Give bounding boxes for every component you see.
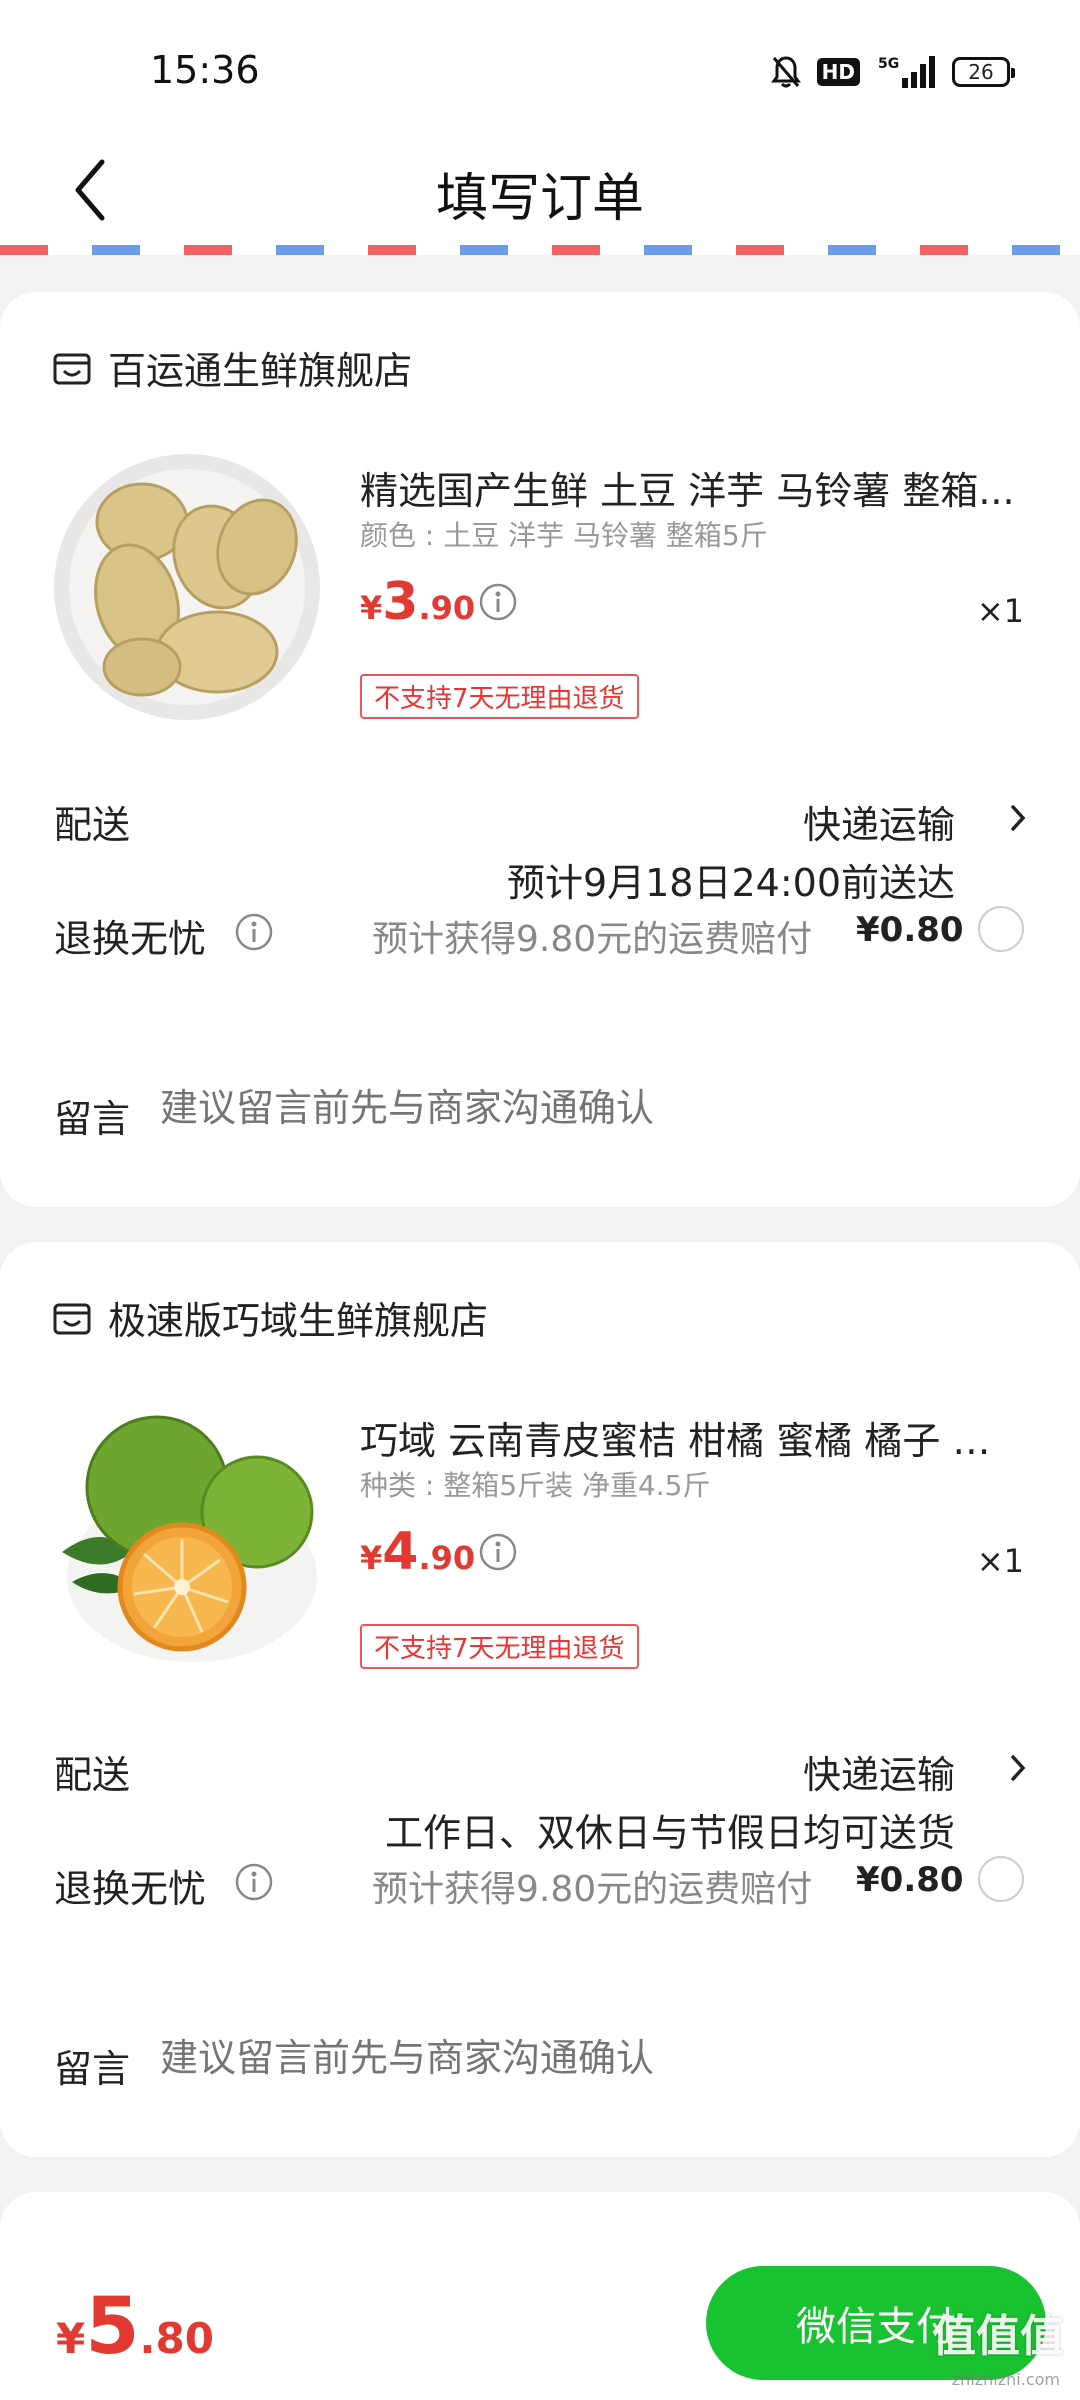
product-title[interactable]: 巧域 云南青皮蜜桔 柑橘 蜜橘 橘子 桔... (360, 1410, 1020, 1465)
message-input[interactable] (160, 1086, 960, 1130)
quantity: ×1 (976, 592, 1024, 630)
price-currency: ¥ (360, 589, 383, 627)
price-currency: ¥ (360, 1539, 383, 1577)
price-info-icon[interactable] (478, 1532, 518, 1572)
mute-bell-icon (770, 56, 801, 88)
signal-5g-icon: 5G (878, 56, 935, 88)
battery-icon: 26 (952, 57, 1015, 87)
return-info-icon[interactable] (234, 912, 274, 952)
store-icon (53, 1303, 91, 1334)
return-radio[interactable] (978, 1856, 1024, 1902)
return-worry-free-label: 退换无忧 (54, 1867, 207, 1911)
return-radio[interactable] (978, 906, 1024, 952)
shipping-label: 配送 (54, 1753, 131, 1797)
product-image-potato[interactable] (52, 452, 322, 722)
price-integer: 4 (382, 1522, 419, 1582)
svg-text:5G: 5G (878, 56, 899, 72)
watermark-logo: 值值值 (932, 2311, 1064, 2362)
shipping-note: 工作日、双休日与节假日均可送货 (384, 1811, 955, 1855)
price-decimal: .90 (418, 589, 476, 627)
total-price: ¥ 5 .80 (56, 2282, 214, 2372)
status-icons: HD 5G 26 (770, 52, 1015, 92)
message-label: 留言 (54, 2047, 131, 2091)
total-currency: ¥ (56, 2314, 86, 2363)
return-worry-free-label: 退换无忧 (54, 917, 207, 961)
airmail-stripe (0, 245, 1080, 255)
return-price: ¥0.80 (856, 910, 964, 950)
no-return-tag: 不支持7天无理由退货 (360, 674, 639, 719)
shipping-eta: 预计9月18日24:00前送达 (506, 861, 955, 905)
product-price: ¥ 4 .90 (360, 1522, 475, 1582)
product-spec: 种类 : 整箱5斤装 净重4.5斤 (360, 1469, 711, 1502)
total-decimal: .80 (139, 2314, 214, 2363)
price-integer: 3 (382, 572, 419, 632)
watermark-url: zhizhizhi.com (951, 2370, 1060, 2389)
store-header[interactable]: 百运通生鲜旗舰店 (52, 340, 412, 395)
shipping-method[interactable]: 快递运输 (803, 794, 955, 849)
total-integer: 5 (85, 2282, 140, 2372)
nav-bar: 填写订单 (0, 130, 1080, 255)
product-price: ¥ 3 .90 (360, 572, 475, 632)
message-input[interactable] (160, 2036, 960, 2080)
store-card: 百运通生鲜旗舰店 精选国产生鲜 土豆 洋芋 马铃薯 整箱... 颜色 : 土豆 … (0, 292, 1080, 1207)
bottom-bar: ¥ 5 .80 微信支付 (0, 2252, 1080, 2400)
store-icon (53, 353, 91, 384)
price-info-icon[interactable] (478, 582, 518, 622)
price-decimal: .90 (418, 1539, 476, 1577)
shipping-method[interactable]: 快递运输 (803, 1744, 955, 1799)
product-image-tangerine[interactable] (52, 1402, 322, 1672)
return-price: ¥0.80 (856, 1860, 964, 1900)
page-title: 填写订单 (435, 169, 644, 229)
return-info-icon[interactable] (234, 1862, 274, 1902)
chevron-right-icon[interactable] (1010, 804, 1026, 832)
quantity: ×1 (976, 1542, 1024, 1580)
status-bar: 15:36 HD 5G 26 (0, 0, 1080, 130)
chevron-right-icon[interactable] (1010, 1754, 1026, 1782)
return-desc: 预计获得9.80元的运费赔付 (372, 1869, 813, 1910)
no-return-tag: 不支持7天无理由退货 (360, 1624, 639, 1669)
store-card: 极速版巧域生鲜旗舰店 巧域 云南青皮蜜桔 柑橘 蜜橘 橘子 桔... 种类 : … (0, 1242, 1080, 2157)
store-name: 百运通生鲜旗舰店 (108, 349, 413, 393)
product-spec: 颜色 : 土豆 洋芋 马铃薯 整箱5斤 (360, 519, 768, 552)
store-header[interactable]: 极速版巧域生鲜旗舰店 (52, 1290, 488, 1345)
store-name: 极速版巧域生鲜旗舰店 (108, 1299, 489, 1343)
shipping-label: 配送 (54, 803, 131, 847)
product-title[interactable]: 精选国产生鲜 土豆 洋芋 马铃薯 整箱... (360, 460, 1020, 515)
status-time: 15:36 (150, 48, 260, 92)
message-label: 留言 (54, 1097, 131, 1141)
hd-badge: HD (816, 58, 860, 86)
return-desc: 预计获得9.80元的运费赔付 (372, 919, 813, 960)
